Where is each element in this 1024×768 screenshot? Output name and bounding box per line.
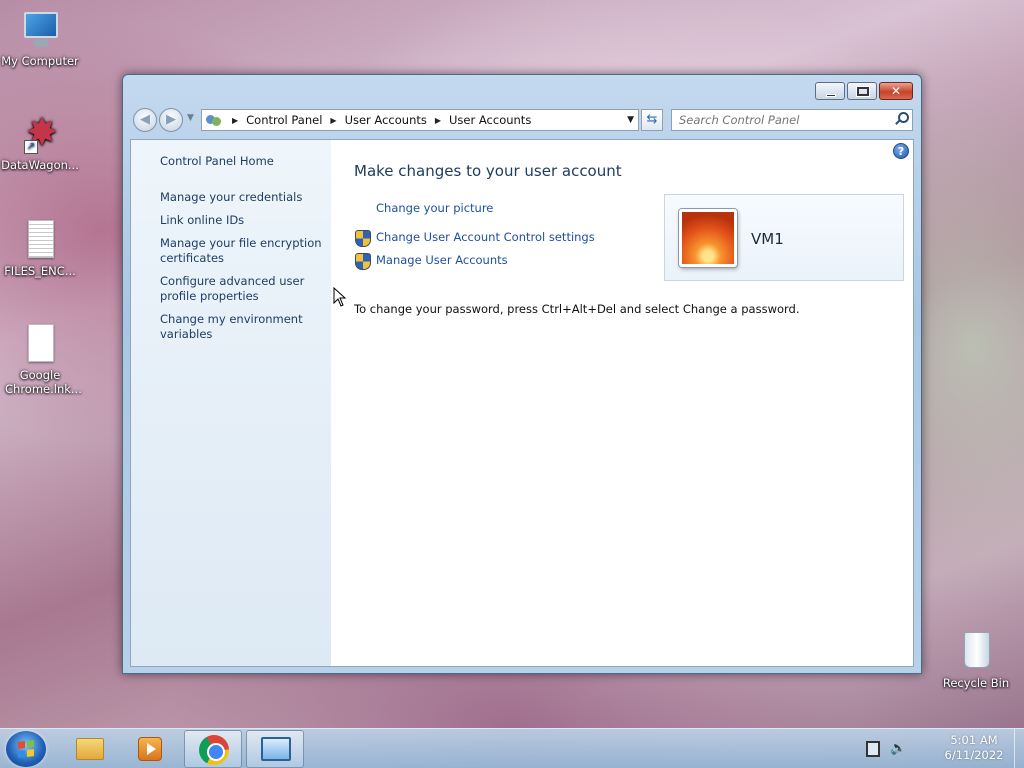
chrome-icon bbox=[199, 735, 229, 765]
search-icon[interactable] bbox=[895, 112, 909, 124]
link-line: Link online IDs bbox=[160, 213, 245, 227]
link-line: variables bbox=[160, 327, 213, 341]
control-panel-icon bbox=[261, 737, 291, 761]
minimize-button[interactable] bbox=[815, 82, 845, 100]
navigation-bar: ◀ ▶ ▼ ▶ Control Panel ▶ User Accounts ▶ … bbox=[131, 107, 913, 133]
desktop-icon-my-computer[interactable]: My Computer bbox=[0, 8, 80, 68]
maximize-button[interactable] bbox=[847, 82, 877, 100]
user-accounts-window: ✕ ◀ ▶ ▼ ▶ Control Panel ▶ User Accounts … bbox=[122, 74, 922, 674]
link-line: certificates bbox=[160, 251, 225, 265]
close-button[interactable]: ✕ bbox=[879, 82, 913, 100]
recent-pages-dropdown[interactable]: ▼ bbox=[187, 113, 194, 123]
clock[interactable]: 5:01 AM 6/11/2022 bbox=[934, 733, 1014, 763]
content-area: Control Panel Home Manage your credentia… bbox=[130, 139, 914, 667]
desktop-icon-label: My Computer bbox=[1, 54, 79, 68]
media-player-icon bbox=[138, 737, 162, 761]
desktop-icon-label: FILES_ENC... bbox=[4, 264, 76, 278]
taskbar: 🔊 5:01 AM 6/11/2022 bbox=[0, 728, 1024, 768]
back-button[interactable]: ◀ bbox=[133, 108, 157, 132]
manage-credentials-link[interactable]: Manage your credentials bbox=[160, 190, 302, 205]
desktop-icon-files-enc[interactable]: FILES_ENC... bbox=[0, 218, 80, 278]
forward-button[interactable]: ▶ bbox=[159, 108, 183, 132]
account-card: VM1 bbox=[664, 194, 904, 281]
manage-user-accounts-link[interactable]: Manage User Accounts bbox=[376, 253, 508, 267]
search-input[interactable] bbox=[672, 110, 882, 130]
taskbar-windows-explorer[interactable] bbox=[60, 730, 118, 768]
task-pane: Control Panel Home Manage your credentia… bbox=[131, 140, 331, 666]
recycle-bin-icon bbox=[956, 630, 996, 674]
change-environment-variables-link[interactable]: Change my environment variables bbox=[160, 312, 303, 342]
taskbar-chrome[interactable] bbox=[184, 730, 242, 768]
breadcrumb-arrow-icon[interactable]: ▶ bbox=[435, 116, 441, 125]
uac-shield-icon bbox=[355, 230, 371, 247]
help-icon[interactable]: ? bbox=[893, 143, 909, 159]
windows-explorer-icon bbox=[76, 738, 104, 760]
page-title: Make changes to your user account bbox=[354, 162, 622, 180]
mouse-cursor-icon bbox=[333, 287, 347, 307]
taskbar-control-panel[interactable] bbox=[246, 730, 304, 768]
link-line: Change my environment bbox=[160, 312, 303, 326]
avatar bbox=[679, 209, 737, 267]
windows-logo-icon bbox=[18, 740, 34, 758]
desktop-icon-recycle-bin[interactable]: Recycle Bin bbox=[936, 630, 1016, 690]
change-picture-link[interactable]: Change your picture bbox=[376, 201, 493, 215]
address-bar[interactable]: ▶ Control Panel ▶ User Accounts ▶ User A… bbox=[201, 109, 639, 131]
caption-buttons: ✕ bbox=[815, 82, 913, 100]
datawagon-shortcut-icon: ✸ ↗ bbox=[20, 112, 60, 156]
clock-time: 5:01 AM bbox=[950, 733, 998, 747]
link-line: Manage your file encryption bbox=[160, 236, 322, 250]
account-name: VM1 bbox=[751, 230, 784, 248]
manage-file-encryption-certificates-link[interactable]: Manage your file encryption certificates bbox=[160, 236, 322, 266]
link-line: Manage your credentials bbox=[160, 190, 303, 204]
breadcrumb-arrow-icon[interactable]: ▶ bbox=[330, 116, 336, 125]
password-note: To change your password, press Ctrl+Alt+… bbox=[354, 302, 800, 316]
computer-icon bbox=[20, 8, 60, 52]
breadcrumb-user-accounts[interactable]: User Accounts bbox=[345, 113, 427, 127]
start-button[interactable] bbox=[6, 731, 46, 767]
breadcrumb-control-panel[interactable]: Control Panel bbox=[246, 113, 322, 127]
link-line: profile properties bbox=[160, 289, 259, 303]
control-panel-icon bbox=[206, 113, 222, 127]
clock-date: 6/11/2022 bbox=[944, 748, 1004, 762]
show-desktop-button[interactable] bbox=[1014, 729, 1024, 768]
link-online-ids-link[interactable]: Link online IDs bbox=[160, 213, 244, 228]
volume-icon[interactable]: 🔊 bbox=[890, 741, 908, 757]
desktop-icon-google-chrome-lnk[interactable]: Google Chrome.lnk... bbox=[0, 322, 82, 396]
change-uac-settings-link[interactable]: Change User Account Control settings bbox=[376, 230, 595, 244]
text-file-icon bbox=[20, 218, 60, 262]
address-dropdown-icon[interactable]: ▼ bbox=[627, 115, 634, 125]
desktop-icon-label: Google Chrome.lnk... bbox=[5, 368, 82, 396]
file-icon bbox=[20, 322, 60, 366]
refresh-button[interactable]: ⇆ bbox=[641, 109, 663, 131]
desktop-icon-datawagon[interactable]: ✸ ↗ DataWagon... bbox=[0, 112, 80, 172]
configure-advanced-profile-link[interactable]: Configure advanced user profile properti… bbox=[160, 274, 304, 304]
breadcrumb-user-accounts-current[interactable]: User Accounts bbox=[449, 113, 531, 127]
taskbar-media-player[interactable] bbox=[120, 730, 178, 768]
desktop-icon-label: DataWagon... bbox=[1, 158, 79, 172]
desktop-icon-label: Recycle Bin bbox=[942, 676, 1010, 690]
search-box[interactable] bbox=[671, 109, 913, 131]
control-panel-home-link[interactable]: Control Panel Home bbox=[160, 154, 274, 169]
network-icon[interactable] bbox=[866, 741, 880, 757]
breadcrumb-arrow-icon[interactable]: ▶ bbox=[232, 116, 238, 125]
uac-shield-icon bbox=[355, 253, 371, 270]
link-line: Configure advanced user bbox=[160, 274, 305, 288]
